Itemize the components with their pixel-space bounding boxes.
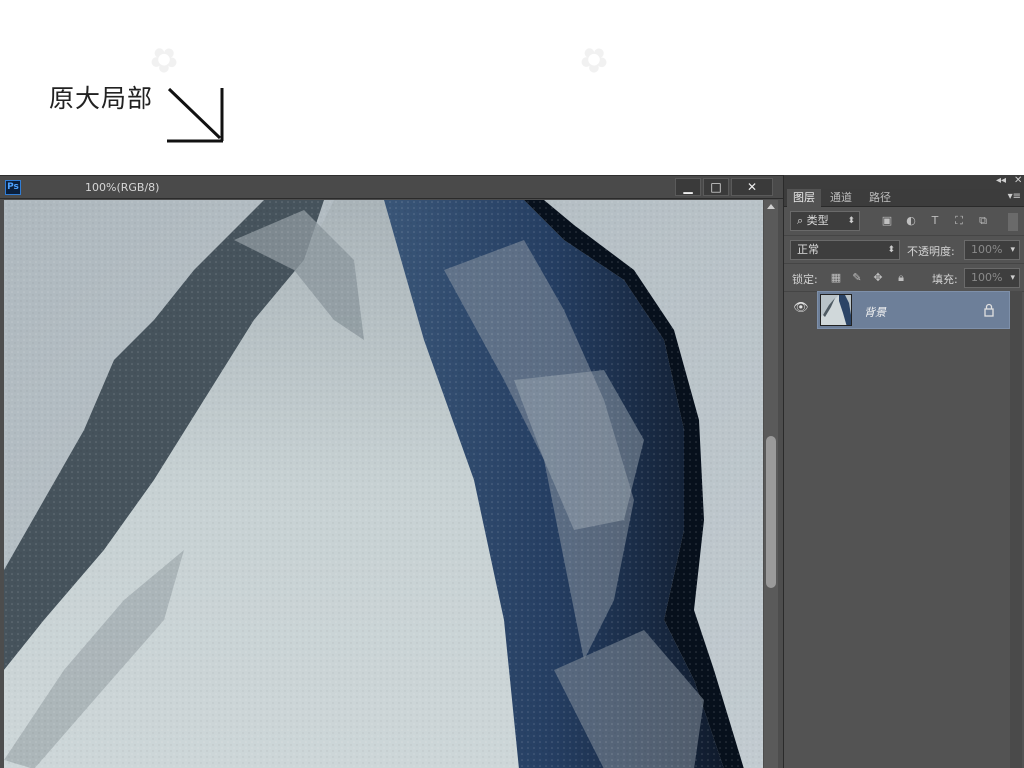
filter-kind-select[interactable]: ⌕ 类型 ⬍ <box>790 211 860 231</box>
filter-row: ⌕ 类型 ⬍ ▣ ◐ T ⛶ ⧉ <box>784 208 1024 236</box>
fill-field[interactable]: 100% ▾ <box>964 268 1020 288</box>
lock-paint-icon[interactable]: ✎ <box>850 271 864 285</box>
lock-transparent-icon[interactable]: ▦ <box>829 271 843 285</box>
layer-thumbnail <box>820 294 852 326</box>
eye-icon[interactable]: 👁︎ <box>792 300 810 318</box>
scrollbar-thumb[interactable] <box>766 436 776 588</box>
text-filter-icon[interactable]: T <box>928 214 942 228</box>
opacity-field[interactable]: 100% ▾ <box>964 240 1020 260</box>
maximize-button[interactable]: □ <box>703 178 729 196</box>
image-filter-icon[interactable]: ▣ <box>880 214 894 228</box>
watermark: ✿ <box>141 35 188 85</box>
blend-mode-value: 正常 <box>797 243 819 256</box>
document-canvas[interactable] <box>4 200 763 768</box>
scroll-up-arrow-icon[interactable] <box>767 204 775 209</box>
blend-mode-select[interactable]: 正常 ⬍ <box>790 240 900 260</box>
close-panel-icon[interactable]: ✕ <box>1014 175 1022 186</box>
blend-row: 正常 ⬍ 不透明度: 100% ▾ <box>784 236 1024 264</box>
panel-tabs: 图层 通道 路径 ▾≡ <box>784 189 1024 207</box>
document-titlebar: Ps 100%(RGB/8) ▁ □ ✕ <box>0 176 783 199</box>
tab-layers[interactable]: 图层 <box>787 189 821 207</box>
lock-label: 锁定: <box>792 273 818 286</box>
arrow-down-right-icon <box>167 87 224 143</box>
chevron-updown-icon: ⬍ <box>847 216 855 226</box>
layers-panel: ◂◂ ✕ 图层 通道 路径 ▾≡ ⌕ 类型 ⬍ ▣ ◐ T ⛶ ⧉ 正常 ⬍ 不… <box>783 175 1024 768</box>
panel-menu-icon[interactable]: ▾≡ <box>1008 191 1021 202</box>
smart-object-filter-icon[interactable]: ⧉ <box>976 214 990 228</box>
layer-name[interactable]: 背景 <box>864 304 886 320</box>
layers-scrollbar[interactable] <box>1010 291 1022 768</box>
screen: ✿ ✿ 原大局部 Ps 100%(RGB/8) ▁ □ ✕ ◂◂ ✕ 图层 通道… <box>0 0 1024 768</box>
lock-position-icon[interactable]: ✥ <box>871 271 885 285</box>
search-icon: ⌕ <box>797 214 807 227</box>
fill-value: 100% <box>971 271 1003 284</box>
tab-paths[interactable]: 路径 <box>863 189 897 207</box>
tab-channels[interactable]: 通道 <box>824 189 858 207</box>
photoshop-app-icon: Ps <box>5 180 21 195</box>
panel-header-strip: ◂◂ ✕ <box>784 175 1024 189</box>
painting-image <box>4 200 763 768</box>
chevron-down-icon: ▾ <box>1010 273 1015 283</box>
lock-icon <box>984 303 994 317</box>
watermark: ✿ <box>571 35 618 85</box>
opacity-value: 100% <box>971 243 1003 256</box>
collapse-panel-icon[interactable]: ◂◂ <box>996 175 1006 186</box>
fill-label: 填充: <box>932 273 958 286</box>
lock-all-icon[interactable]: 🔒︎ <box>894 271 908 285</box>
opacity-label: 不透明度: <box>907 245 955 258</box>
filter-toggle[interactable] <box>1008 213 1018 231</box>
document-window: Ps 100%(RGB/8) ▁ □ ✕ <box>0 175 783 768</box>
close-button[interactable]: ✕ <box>731 178 773 196</box>
chevron-updown-icon: ⬍ <box>887 245 895 255</box>
chevron-down-icon: ▾ <box>1010 245 1015 255</box>
shape-filter-icon[interactable]: ⛶ <box>952 214 966 228</box>
annotation-caption: 原大局部 <box>49 84 154 113</box>
lock-row: 锁定: ▦ ✎ ✥ 🔒︎ 填充: 100% ▾ <box>784 264 1024 292</box>
document-title: 100%(RGB/8) <box>85 181 160 194</box>
vertical-scrollbar[interactable] <box>764 200 778 768</box>
adjustment-filter-icon[interactable]: ◐ <box>904 214 918 228</box>
minimize-button[interactable]: ▁ <box>675 178 701 196</box>
filter-kind-label: 类型 <box>806 214 829 227</box>
